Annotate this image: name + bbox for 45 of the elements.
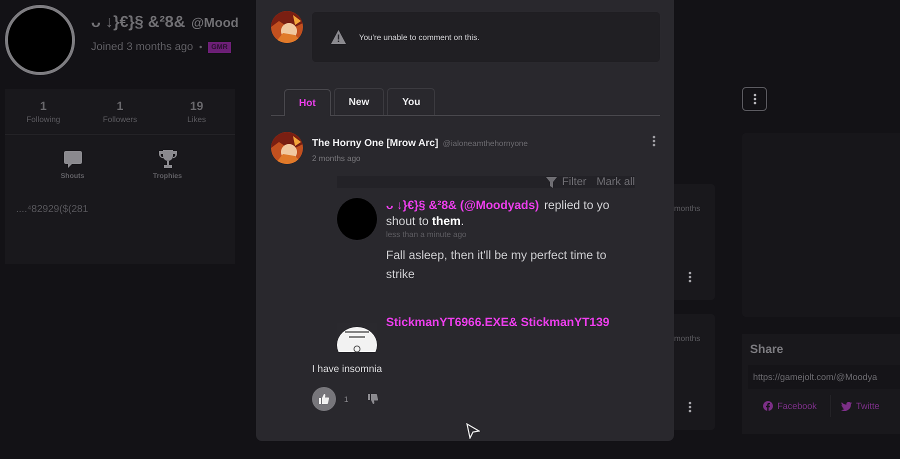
like-button[interactable] bbox=[312, 387, 336, 411]
like-count: 1 bbox=[344, 394, 348, 404]
sort-tab[interactable]: New bbox=[334, 88, 384, 115]
thumbs-up-icon bbox=[319, 394, 329, 404]
notification-text: shout to them. bbox=[386, 214, 464, 228]
stat-link[interactable]: 1 Following bbox=[10, 99, 76, 124]
toolbar-label: Filter bbox=[562, 176, 586, 188]
stat-link[interactable]: 19 Likes bbox=[164, 99, 230, 124]
sort-tab[interactable]: Hot bbox=[284, 89, 331, 116]
bird-icon bbox=[841, 402, 852, 410]
notification-message: Fall asleep, then it'll be my perfect time to strike bbox=[386, 247, 608, 284]
more-icon[interactable] bbox=[688, 401, 692, 413]
sort-tab[interactable]: You bbox=[387, 88, 436, 115]
author-name[interactable]: The Horny One [Mrow Arc] bbox=[312, 138, 438, 149]
facebook-icon bbox=[763, 401, 774, 411]
comment-time: 2 months ago bbox=[312, 154, 362, 163]
more-button[interactable] bbox=[742, 87, 767, 111]
speech-bubble-icon bbox=[62, 149, 82, 169]
display-name: ᴗ ↓}€}§ &²8& bbox=[91, 14, 186, 32]
share-link[interactable]: Facebook bbox=[750, 395, 830, 417]
more-icon bbox=[752, 93, 756, 105]
username: @Mood bbox=[191, 15, 239, 30]
stat-link[interactable]: 1 Followers bbox=[86, 99, 153, 124]
joined-date: Joined 3 months ago bbox=[91, 41, 194, 53]
post-time: months bbox=[674, 334, 700, 343]
author-handle: @ialoneamthehornyone bbox=[442, 139, 528, 148]
notification-actor: ᴗ ↓}€}§ &²8& (@Moodyads) bbox=[386, 198, 540, 212]
notification-actor: StickmanYT6966.EXE& StickmanYT139 bbox=[386, 315, 610, 330]
toolbar-label: Mark all bbox=[596, 176, 635, 188]
separator-dot: • bbox=[199, 42, 202, 52]
share-link[interactable]: Twitte bbox=[830, 395, 880, 417]
notice-text: You're unable to comment on this. bbox=[359, 32, 480, 42]
comment-text: I have insomnia bbox=[312, 364, 384, 375]
filter-icon bbox=[546, 176, 558, 188]
more-icon[interactable] bbox=[652, 135, 656, 147]
bio-text: ....⁴82929($(281 bbox=[16, 204, 90, 215]
notification-text: replied to yo bbox=[544, 198, 610, 212]
warning-icon bbox=[331, 30, 346, 44]
share-url-field[interactable]: https://gamejolt.com/@Moodya bbox=[748, 365, 900, 389]
thumbs-down-icon[interactable] bbox=[368, 394, 378, 404]
notification-avatar bbox=[337, 198, 377, 240]
more-icon[interactable] bbox=[688, 271, 692, 283]
trophy-icon bbox=[158, 149, 178, 169]
post-time: months bbox=[674, 204, 700, 213]
share-title: Share bbox=[750, 342, 784, 356]
